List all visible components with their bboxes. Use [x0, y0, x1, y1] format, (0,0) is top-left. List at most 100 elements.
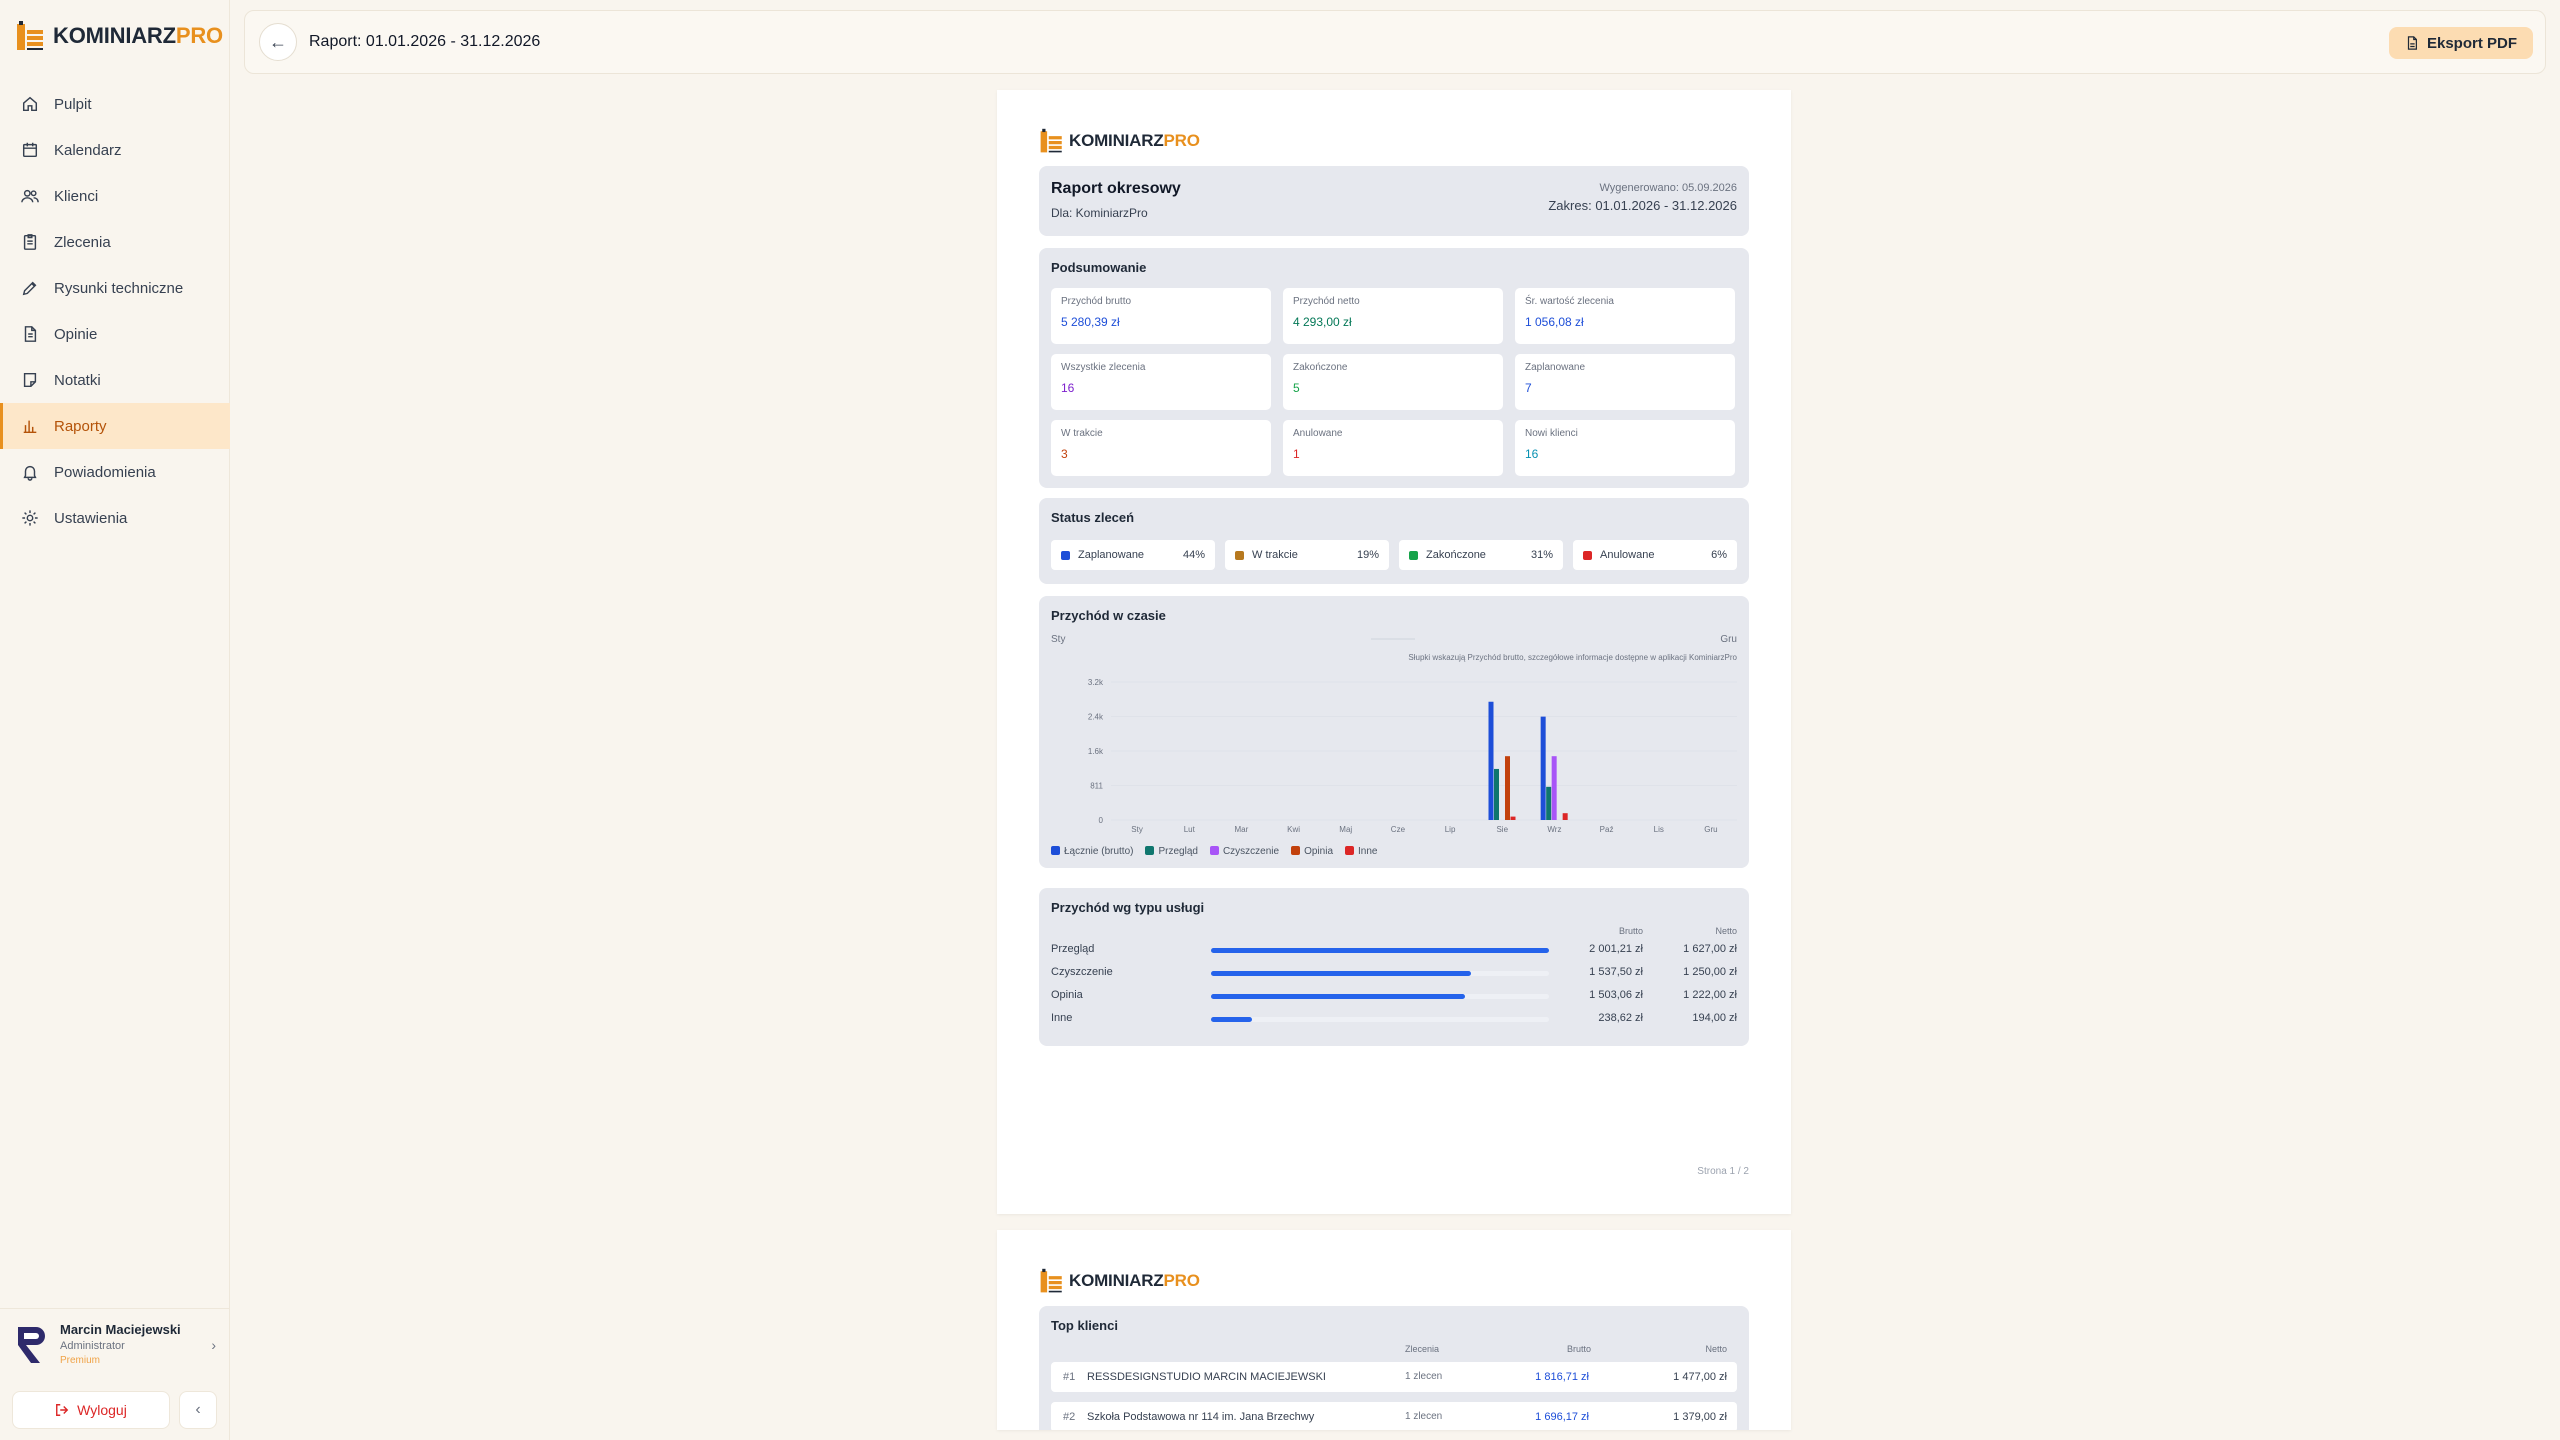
sidebar-item-klienci[interactable]: Klienci — [0, 173, 230, 219]
service-bar-track — [1211, 994, 1549, 999]
topbar: ← Raport: 01.01.2026 - 31.12.2026 Ekspor… — [244, 10, 2546, 74]
legend-item: Inne — [1345, 846, 1377, 857]
stat-value: 16 — [1525, 447, 1539, 461]
top-clients-title: Top klienci — [1051, 1318, 1118, 1333]
pdf-icon — [2407, 36, 2417, 50]
stat-card: W trakcie 3 — [1051, 420, 1271, 476]
service-brutto: 238,62 zł — [1598, 1012, 1643, 1024]
export-pdf-label: Eksport PDF — [2426, 34, 2517, 52]
page-number: Strona 1 / 2 — [1697, 1166, 1749, 1177]
chevron-right-icon: › — [211, 1337, 216, 1353]
y-tick-label: 1.6k — [1088, 747, 1104, 756]
status-pill: Zaplanowane 44% — [1051, 540, 1215, 570]
sidebar-item-opinie[interactable]: Opinie — [0, 311, 230, 357]
service-netto: 1 250,00 zł — [1683, 966, 1737, 978]
status-percent: 19% — [1356, 549, 1379, 561]
logo-icon — [17, 21, 43, 50]
sidebar-item-kalendarz[interactable]: Kalendarz — [0, 127, 230, 173]
sidebar-item-pulpit[interactable]: Pulpit — [0, 81, 230, 127]
stat-card: Anulowane 1 — [1283, 420, 1503, 476]
sidebar-item-powiadomienia[interactable]: Powiadomienia — [0, 449, 230, 495]
top-clients-col-orders: Zlecenia — [1405, 1344, 1440, 1354]
x-tick-label: Lut — [1184, 825, 1196, 834]
table-row[interactable]: #2 Szkoła Podstawowa nr 114 im. Jana Brze… — [1051, 1402, 1737, 1430]
legend-label: Czyszczenie — [1222, 846, 1280, 857]
status-color-swatch — [1061, 550, 1070, 560]
collapse-sidebar-button[interactable]: ‹ — [179, 1391, 217, 1429]
page-title: Raport: 01.01.2026 - 31.12.2026 — [309, 33, 541, 50]
client-rank: #1 — [1063, 1371, 1076, 1383]
service-bar-fill — [1211, 1017, 1252, 1022]
services-title: Przychód wg typu usługi — [1051, 900, 1205, 915]
client-rank: #2 — [1063, 1411, 1076, 1423]
bar-inne-sie — [1510, 816, 1516, 820]
app-logo[interactable]: KOMINIARZPRO — [15, 20, 223, 52]
sidebar-item-ustawienia[interactable]: Ustawienia — [0, 495, 230, 541]
x-tick-label: Sty — [1131, 825, 1143, 834]
client-brutto: 1 696,17 zł — [1535, 1411, 1589, 1423]
revenue-legend: Łącznie (brutto) Przegląd Czyszczenie Opini… — [1051, 846, 1377, 857]
stat-label: Anulowane — [1293, 428, 1343, 439]
logout-button[interactable]: Wyloguj — [12, 1391, 170, 1429]
stat-value: 5 280,39 zł — [1061, 315, 1120, 329]
client-name: Szkoła Podstawowa nr 114 im. Jana Brzech… — [1087, 1411, 1315, 1423]
range-start-label: Sty — [1051, 634, 1065, 645]
service-bar-track — [1211, 1017, 1549, 1022]
stat-card: Zaplanowane 7 — [1515, 354, 1735, 410]
status-label: Anulowane — [1600, 549, 1655, 561]
sidebar-item-label: Pulpit — [54, 95, 92, 113]
sidebar-item-label: Rysunki techniczne — [54, 279, 184, 297]
back-button[interactable]: ← — [259, 23, 297, 61]
service-netto: 194,00 zł — [1692, 1012, 1737, 1024]
stat-value: 1 056,08 zł — [1525, 315, 1584, 329]
x-tick-label: Lis — [1654, 825, 1664, 834]
service-label: Opinia — [1051, 989, 1083, 1001]
sidebar-item-zlecenia[interactable]: Zlecenia — [0, 219, 230, 265]
stat-label: Przychód brutto — [1061, 296, 1132, 307]
sidebar-item-rysunki[interactable]: Rysunki techniczne — [0, 265, 230, 311]
stat-label: Zakończone — [1293, 362, 1348, 373]
service-bar-fill — [1211, 971, 1472, 976]
revenue-chart: Sty Gru Słupki wskazują Przychód brutto, s… — [1051, 634, 1738, 834]
service-netto: 1 222,00 zł — [1683, 989, 1737, 1001]
x-tick-label: Maj — [1339, 825, 1352, 834]
stat-card: Przychód brutto 5 280,39 zł — [1051, 288, 1271, 344]
bar-chart-icon — [20, 416, 40, 436]
status-title: Status zleceń — [1051, 510, 1135, 525]
stat-value: 3 — [1061, 447, 1068, 461]
logo-text: KOMINIARZPRO — [53, 23, 223, 48]
logo-icon — [1040, 1268, 1062, 1293]
client-name: RESSDESIGNSTUDIO MARCIN MACIEJEWSKI — [1087, 1371, 1326, 1383]
arrow-left-icon: ← — [269, 31, 287, 52]
stat-value: 16 — [1061, 381, 1075, 395]
user-info: Marcin Maciejewski Administrator Premium — [60, 1322, 181, 1366]
stat-card: Zakończone 5 — [1283, 354, 1503, 410]
logo-text: KOMINIARZPRO — [1069, 1271, 1200, 1290]
service-brutto: 1 503,06 zł — [1589, 989, 1643, 1001]
bar-opinia-sie — [1505, 756, 1510, 820]
sidebar-item-raporty[interactable]: Raporty — [0, 403, 230, 449]
x-tick-label: Gru — [1704, 825, 1717, 834]
legend-label: Opinia — [1304, 846, 1333, 857]
bar--cznie-brutto--sie — [1488, 701, 1494, 820]
service-brutto: 2 001,21 zł — [1589, 943, 1643, 955]
legend-item: Czyszczenie — [1209, 846, 1280, 857]
service-label: Przegląd — [1051, 943, 1095, 955]
stat-value: 1 — [1293, 447, 1300, 461]
table-row[interactable]: #1 RESSDESIGNSTUDIO MARCIN MACIEJEWSKI 1 z… — [1051, 1362, 1737, 1392]
calendar-icon — [20, 140, 40, 160]
user-profile[interactable]: Marcin Maciejewski Administrator Premium… — [0, 1308, 230, 1378]
client-brutto: 1 816,71 zł — [1535, 1371, 1589, 1383]
sidebar-item-notatki[interactable]: Notatki — [0, 357, 230, 403]
legend-label: Przegląd — [1158, 846, 1198, 857]
stat-card: Śr. wartość zlecenia 1 056,08 zł — [1515, 288, 1735, 344]
x-tick-label: Wrz — [1547, 825, 1561, 834]
x-tick-label: Cze — [1391, 825, 1406, 834]
service-bar-fill — [1211, 994, 1465, 999]
legend-label: Inne — [1358, 846, 1378, 857]
chevron-left-icon: ‹ — [195, 1401, 201, 1418]
export-pdf-button[interactable]: Eksport PDF — [2388, 27, 2533, 59]
report-logo: KOMINIARZPRO — [1039, 128, 1200, 154]
sidebar-item-label: Kalendarz — [54, 141, 122, 159]
legend-swatch — [1051, 846, 1060, 855]
